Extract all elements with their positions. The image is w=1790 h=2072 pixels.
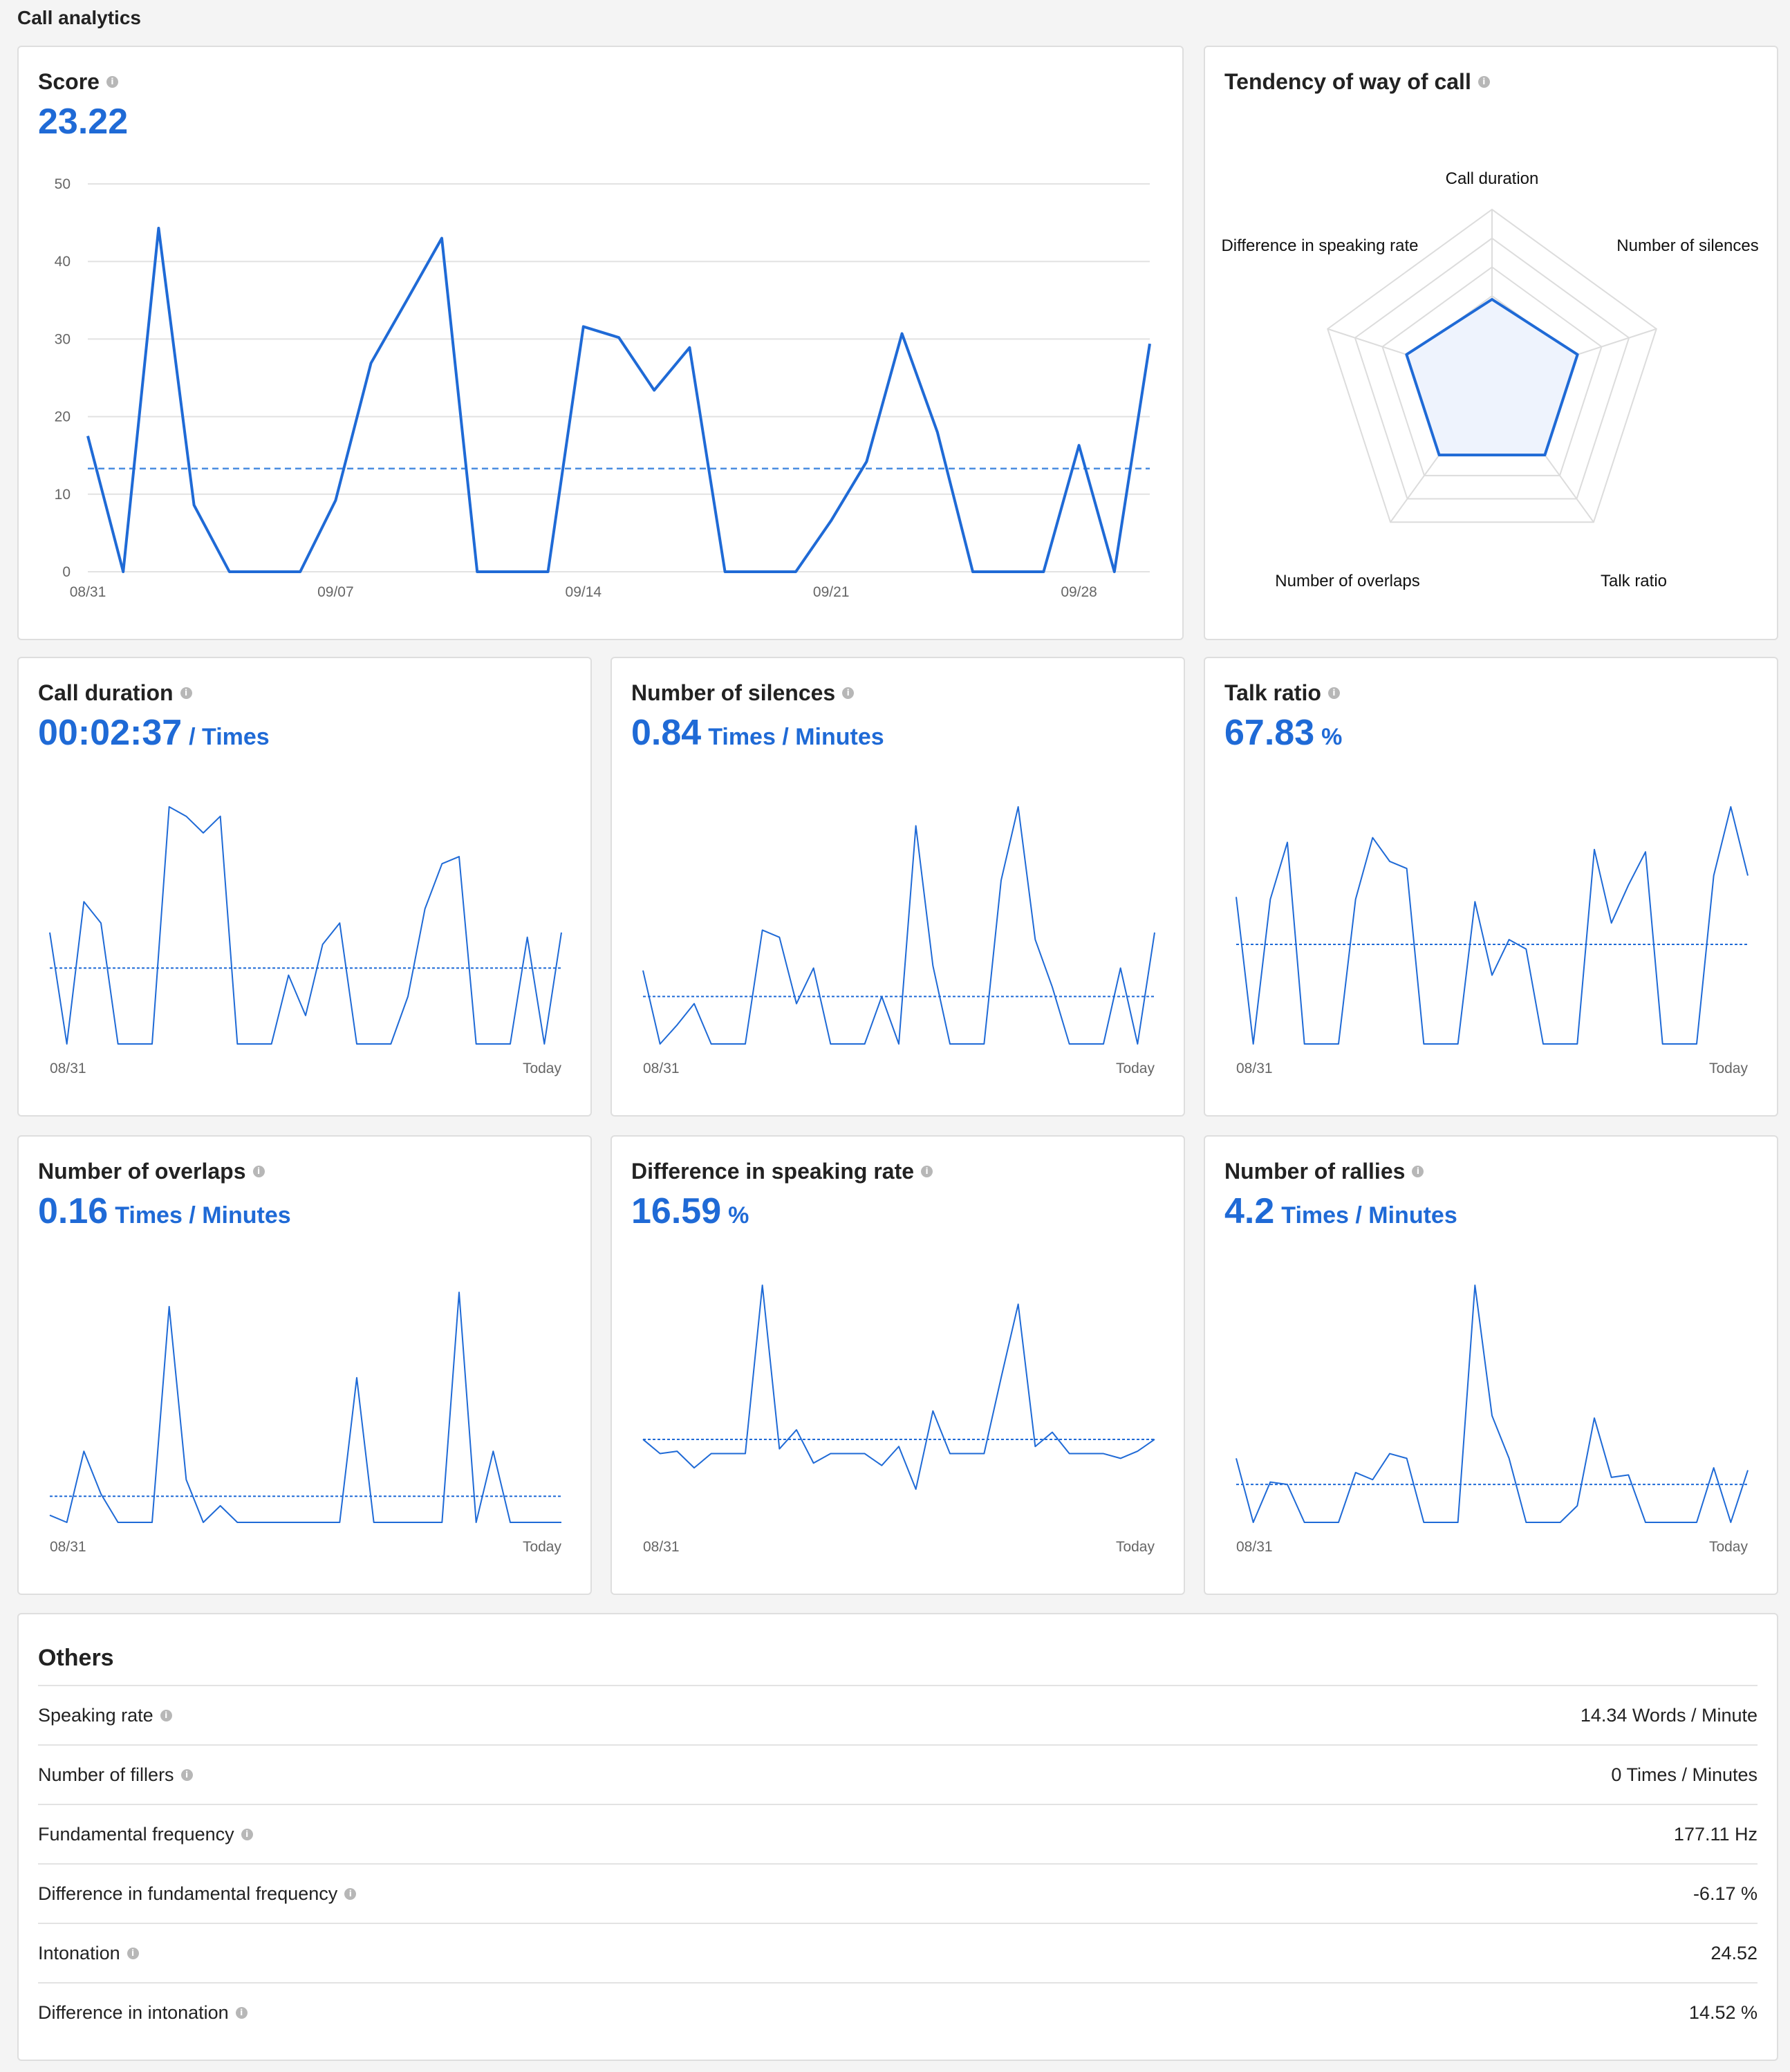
radar-axis-label: Talk ratio xyxy=(1601,572,1667,590)
series-line xyxy=(643,1285,1155,1489)
info-icon[interactable]: i xyxy=(127,1948,139,1959)
row-label: Speaking rate i xyxy=(38,1705,172,1726)
row-label-text: Number of fillers xyxy=(38,1764,174,1786)
number-of-overlaps-card: Number of overlapsi 0.16Times / Minutes … xyxy=(17,1135,592,1595)
y-tick-label: 30 xyxy=(55,331,71,347)
end-date-label: Today xyxy=(523,1061,562,1076)
row-label: Number of fillers i xyxy=(38,1764,193,1786)
info-icon[interactable]: i xyxy=(344,1888,356,1900)
start-date-label: 08/31 xyxy=(1236,1061,1273,1076)
row-label-text: Fundamental frequency xyxy=(38,1824,234,1845)
row-label-text: Difference in intonation xyxy=(38,2002,229,2024)
y-tick-label: 20 xyxy=(55,409,71,425)
y-tick-label: 0 xyxy=(62,564,71,580)
start-date-label: 08/31 xyxy=(643,1539,680,1555)
page-title: Call analytics xyxy=(17,7,141,29)
y-tick-label: 10 xyxy=(55,487,71,503)
mini-chart: 08/31 Today xyxy=(1205,658,1780,1118)
series-line xyxy=(643,807,1155,1044)
end-date-label: Today xyxy=(523,1539,562,1555)
score-series-line xyxy=(88,228,1150,572)
row-label: Intonation i xyxy=(38,1943,139,1964)
row-value: 24.52 xyxy=(1710,1943,1758,1964)
radar-axis-label: Call duration xyxy=(1446,169,1539,188)
row-label-text: Intonation xyxy=(38,1943,120,1964)
mini-chart: 08/31 Today xyxy=(19,1137,593,1596)
row-label: Fundamental frequency i xyxy=(38,1824,253,1845)
x-tick-label: 09/28 xyxy=(1061,584,1097,600)
radar-axis-label: Number of silences xyxy=(1616,236,1758,255)
end-date-label: Today xyxy=(1709,1061,1749,1076)
x-tick-label: 08/31 xyxy=(70,584,106,600)
number-of-silences-card: Number of silencesi 0.84Times / Minutes … xyxy=(610,657,1185,1117)
others-row: Number of fillers i 0 Times / Minutes xyxy=(38,1744,1758,1804)
talk-ratio-card: Talk ratioi 67.83% 08/31Today xyxy=(1204,657,1778,1117)
others-card: Others Speaking rate i 14.34 Words / Minu… xyxy=(17,1613,1778,2061)
row-value: 14.34 Words / Minute xyxy=(1581,1705,1758,1726)
call-duration-card: Call durationi 00:02:37/ Times 08/31Toda… xyxy=(17,657,592,1117)
row-value: 14.52 % xyxy=(1689,2002,1758,2024)
info-icon[interactable]: i xyxy=(241,1829,253,1840)
mini-chart: 08/31 Today xyxy=(612,1137,1186,1596)
radar-axis-label: Number of overlaps xyxy=(1275,572,1419,590)
end-date-label: Today xyxy=(1116,1539,1155,1555)
row-label: Difference in fundamental frequency i xyxy=(38,1883,356,1905)
others-row: Intonation i 24.52 xyxy=(38,1923,1758,1982)
series-line xyxy=(50,807,561,1044)
x-tick-label: 09/21 xyxy=(813,584,850,600)
radar-axis-label: Difference in speaking rate xyxy=(1221,236,1418,255)
others-row: Fundamental frequency i 177.11 Hz xyxy=(38,1804,1758,1863)
series-line xyxy=(50,1292,561,1522)
start-date-label: 08/31 xyxy=(50,1539,86,1555)
start-date-label: 08/31 xyxy=(50,1061,86,1076)
start-date-label: 08/31 xyxy=(1236,1539,1273,1555)
mini-chart: 08/31 Today xyxy=(19,658,593,1118)
difference-in-speaking-rate-card: Difference in speaking ratei 16.59% 08/3… xyxy=(610,1135,1185,1595)
score-chart: 0 10 20 30 40 50 08/31 09/07 09/14 09/21 09/28 xyxy=(19,47,1185,642)
row-value: 177.11 Hz xyxy=(1674,1824,1758,1845)
mini-chart: 08/31 Today xyxy=(612,658,1186,1118)
radar-data-polygon xyxy=(1406,299,1577,455)
x-tick-label: 09/14 xyxy=(566,584,602,600)
series-line xyxy=(1236,807,1748,1044)
others-title: Others xyxy=(38,1645,114,1672)
y-tick-label: 50 xyxy=(55,176,71,192)
row-value: 0 Times / Minutes xyxy=(1611,1764,1758,1786)
y-tick-label: 40 xyxy=(55,254,71,270)
others-row: Difference in fundamental frequency i -6.… xyxy=(38,1863,1758,1923)
number-of-rallies-card: Number of ralliesi 4.2Times / Minutes 08… xyxy=(1204,1135,1778,1595)
mini-chart: 08/31 Today xyxy=(1205,1137,1780,1596)
end-date-label: Today xyxy=(1709,1539,1749,1555)
score-card: Score i 23.22 0102030405008/3109/0709/14… xyxy=(17,46,1184,640)
x-tick-label: 09/07 xyxy=(317,584,354,600)
radar-card: Tendency of way of call i Call durationN… xyxy=(1204,46,1778,640)
row-label-text: Difference in fundamental frequency xyxy=(38,1883,337,1905)
others-row: Difference in intonation i 14.52 % xyxy=(38,1982,1758,2042)
radar-chart: Call duration Number of silences Talk rati… xyxy=(1205,47,1780,642)
info-icon[interactable]: i xyxy=(236,2007,248,2019)
end-date-label: Today xyxy=(1116,1061,1155,1076)
row-value: -6.17 % xyxy=(1693,1883,1758,1905)
row-label: Difference in intonation i xyxy=(38,2002,248,2024)
row-label-text: Speaking rate xyxy=(38,1705,153,1726)
start-date-label: 08/31 xyxy=(643,1061,680,1076)
info-icon[interactable]: i xyxy=(160,1710,172,1721)
others-row: Speaking rate i 14.34 Words / Minute xyxy=(38,1685,1758,1744)
series-line xyxy=(1236,1285,1748,1522)
info-icon[interactable]: i xyxy=(181,1769,193,1781)
